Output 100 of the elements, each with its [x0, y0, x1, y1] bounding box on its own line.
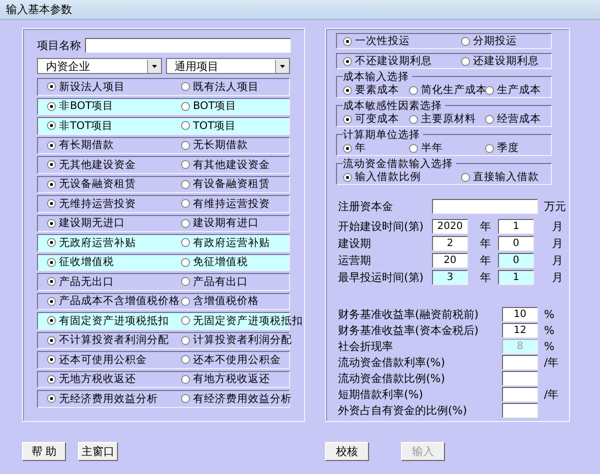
input-field[interactable]	[502, 371, 538, 386]
radio-button[interactable]	[181, 199, 190, 208]
radio-label: 分期投运	[473, 34, 517, 48]
dropdown-value: 通用项目	[174, 58, 218, 74]
radio-button[interactable]	[343, 172, 352, 182]
radio-label: 无设备融资租赁	[59, 177, 136, 192]
radio-button[interactable]	[181, 394, 190, 404]
input-field[interactable]	[85, 38, 291, 52]
radio-button[interactable]	[47, 160, 56, 170]
field-label: 最早投运时间(第)	[338, 270, 425, 285]
radio-button[interactable]	[461, 56, 470, 66]
radio-label: 含增值税价格	[193, 294, 259, 308]
radio-label: 生产成本	[497, 83, 541, 97]
group-title: 成本输入选择	[343, 71, 412, 83]
radio-button[interactable]	[47, 82, 56, 92]
radio-label: 还建设期利息	[473, 54, 539, 68]
radio-button[interactable]	[47, 140, 56, 150]
input-field[interactable]: 1	[498, 270, 534, 285]
radio-button[interactable]	[181, 316, 190, 326]
dropdown[interactable]: 内资企业	[37, 58, 162, 74]
radio-button[interactable]	[47, 180, 56, 189]
radio-button[interactable]	[485, 86, 494, 94]
radio-label: 有经济费用效益分析	[193, 392, 292, 406]
radio-button[interactable]	[343, 114, 352, 124]
radio-label: 主要原材料	[421, 112, 476, 126]
input-field[interactable]: 10	[502, 307, 538, 322]
input-field[interactable]	[502, 403, 538, 418]
button[interactable]: 校核	[325, 442, 369, 461]
radio-button[interactable]	[47, 258, 56, 267]
field-label: 社会折现率	[338, 339, 394, 354]
radio-button[interactable]	[47, 121, 56, 130]
radio-button[interactable]	[485, 114, 494, 124]
radio-button[interactable]	[409, 144, 418, 152]
radio-button[interactable]	[181, 180, 190, 189]
radio-label: 半年	[421, 141, 443, 155]
radio-button[interactable]	[47, 238, 56, 248]
radio-button[interactable]	[47, 218, 56, 228]
radio-button[interactable]	[181, 160, 190, 170]
radio-button[interactable]	[181, 140, 190, 150]
button[interactable]: 主窗口	[78, 442, 118, 461]
radio-button[interactable]	[47, 199, 56, 208]
radio-label: 不计算投资者利润分配	[59, 333, 169, 348]
unit-label: 年	[479, 219, 492, 234]
radio-label: 还本可使用公积金	[59, 352, 147, 367]
radio-label: 产品有出口	[193, 274, 248, 289]
radio-button[interactable]	[47, 394, 56, 404]
input-field[interactable]: 2020	[432, 219, 468, 234]
radio-button[interactable]	[181, 238, 190, 248]
radio-button[interactable]	[181, 82, 190, 92]
radio-button[interactable]	[181, 218, 190, 228]
radio-button[interactable]	[47, 374, 56, 384]
button[interactable]: 帮 助	[22, 442, 66, 461]
radio-label: 免征增值税	[193, 255, 248, 270]
input-field[interactable]	[502, 387, 538, 402]
caret-icon	[146, 60, 160, 72]
radio-button[interactable]	[485, 144, 494, 152]
field-label: 短期借款利率(%)	[338, 387, 424, 402]
radio-button[interactable]	[409, 114, 418, 124]
radio-button[interactable]	[343, 86, 352, 94]
radio-button[interactable]	[47, 102, 56, 111]
input-field[interactable]: 3	[432, 270, 468, 285]
radio-label: 无政府运营补贴	[59, 236, 136, 250]
radio-button[interactable]	[343, 144, 352, 152]
input-field[interactable]	[432, 199, 538, 214]
radio-button[interactable]	[47, 316, 56, 326]
radio-button[interactable]	[181, 374, 190, 384]
input-field[interactable]: 0	[498, 236, 534, 251]
input-field[interactable]: 1	[498, 219, 534, 234]
radio-label: 不还建设期利息	[355, 54, 432, 68]
radio-button[interactable]	[47, 277, 56, 286]
radio-label: 非TOT项目	[59, 118, 114, 133]
input-field[interactable]: 0	[498, 253, 534, 268]
radio-label: 无地方税收返还	[59, 372, 136, 386]
radio-button[interactable]	[181, 296, 190, 306]
unit-label: 月	[551, 270, 564, 285]
radio-button[interactable]	[461, 172, 470, 182]
radio-button[interactable]	[343, 36, 352, 46]
radio-button[interactable]	[409, 86, 418, 94]
input-field[interactable]: 2	[432, 236, 468, 251]
radio-label: 建设期无进口	[59, 216, 125, 230]
radio-button[interactable]	[181, 277, 190, 286]
radio-button[interactable]	[47, 336, 56, 345]
input-field[interactable]: 20	[432, 253, 468, 268]
radio-button[interactable]	[47, 296, 56, 306]
radio-button[interactable]	[181, 336, 190, 345]
radio-button[interactable]	[47, 355, 56, 364]
radio-button[interactable]	[181, 121, 190, 130]
dropdown[interactable]: 通用项目	[166, 58, 290, 74]
radio-button[interactable]	[343, 56, 352, 66]
radio-button[interactable]	[181, 258, 190, 267]
unit-label: /年	[543, 355, 560, 370]
unit-label: %	[543, 308, 556, 321]
radio-label: 建设期有进口	[193, 216, 259, 230]
radio-label: 产品无出口	[59, 274, 114, 289]
radio-button[interactable]	[461, 36, 470, 46]
radio-label: 有固定资产进项税抵扣	[59, 314, 169, 328]
input-field[interactable]	[502, 355, 538, 370]
radio-button[interactable]	[181, 102, 190, 111]
radio-button[interactable]	[181, 355, 190, 364]
input-field[interactable]: 12	[502, 323, 538, 338]
